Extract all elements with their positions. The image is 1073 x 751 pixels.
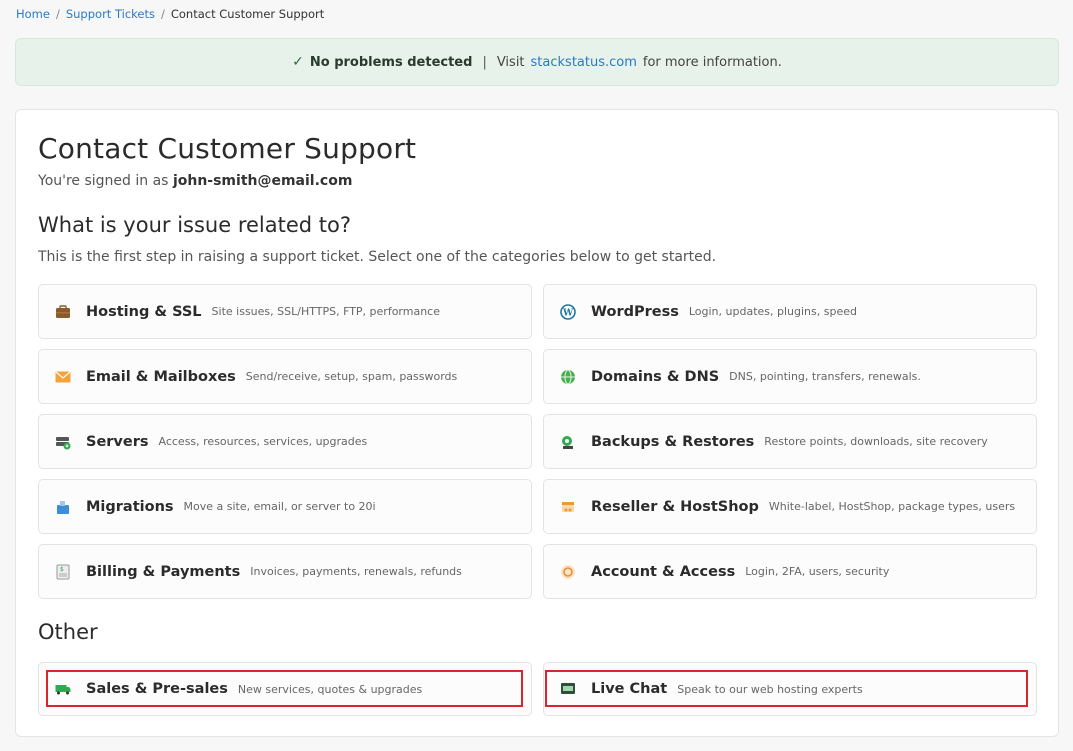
- backup-icon: [558, 432, 578, 452]
- category-name: Backups & Restores: [591, 433, 755, 450]
- category-desc: Speak to our web hosting experts: [677, 682, 863, 696]
- invoice-icon: $: [53, 562, 73, 582]
- globe-icon: [558, 367, 578, 387]
- category-name: Email & Mailboxes: [86, 368, 236, 385]
- status-visit-text: Visit: [496, 54, 525, 70]
- category-name: Domains & DNS: [591, 368, 720, 385]
- category-name: Hosting & SSL: [86, 303, 202, 320]
- breadcrumb-separator: /: [160, 7, 165, 21]
- breadcrumb-home-link[interactable]: Home: [16, 7, 50, 21]
- category-name: Migrations: [86, 498, 174, 515]
- category-desc: White-label, HostShop, package types, us…: [768, 500, 1016, 513]
- category-desc: Invoices, payments, renewals, refunds: [250, 565, 462, 578]
- svg-text:W: W: [562, 308, 574, 318]
- category-name: Billing & Payments: [86, 563, 241, 580]
- category-billing-payments[interactable]: $ Billing & Payments Invoices, payments,…: [38, 544, 532, 599]
- server-icon: [53, 432, 73, 452]
- category-account-access[interactable]: Account & Access Login, 2FA, users, secu…: [543, 544, 1037, 599]
- category-backups-restores[interactable]: Backups & Restores Restore points, downl…: [543, 414, 1037, 469]
- signed-in-prefix: You're signed in as: [38, 173, 169, 189]
- category-name: Live Chat: [591, 681, 668, 697]
- status-link[interactable]: stackstatus.com: [531, 55, 637, 70]
- category-hosting-ssl[interactable]: Hosting & SSL Site issues, SSL/HTTPS, FT…: [38, 284, 532, 339]
- category-desc: Send/receive, setup, spam, passwords: [245, 370, 458, 383]
- status-divider: |: [482, 54, 487, 70]
- sales-icon: [53, 679, 73, 699]
- breadcrumb-separator: /: [55, 7, 60, 21]
- category-name: Account & Access: [591, 563, 736, 580]
- category-live-chat[interactable]: Live Chat Speak to our web hosting exper…: [543, 662, 1037, 716]
- category-desc: Login, updates, plugins, speed: [688, 305, 857, 318]
- category-sales-presales[interactable]: Sales & Pre-sales New services, quotes &…: [38, 662, 532, 716]
- page-title: Contact Customer Support: [38, 132, 417, 165]
- category-desc: Site issues, SSL/HTTPS, FTP, performance: [211, 305, 440, 318]
- migration-icon: [53, 497, 73, 517]
- check-icon: ✓: [292, 54, 304, 70]
- envelope-icon: [53, 367, 73, 387]
- category-desc: Login, 2FA, users, security: [745, 565, 890, 578]
- status-banner: ✓ No problems detected | Visit stackstat…: [15, 38, 1059, 86]
- issue-heading: What is your issue related to?: [38, 213, 352, 237]
- category-name: WordPress: [591, 303, 679, 320]
- category-name: Reseller & HostShop: [591, 498, 759, 515]
- category-migrations[interactable]: Migrations Move a site, email, or server…: [38, 479, 532, 534]
- chat-icon: [558, 679, 578, 699]
- signed-in-email: john-smith@email.com: [172, 173, 353, 189]
- breadcrumb-support-tickets-link[interactable]: Support Tickets: [66, 7, 155, 21]
- other-heading: Other: [38, 620, 98, 644]
- category-name: Servers: [86, 433, 149, 450]
- category-name: Sales & Pre-sales: [86, 681, 228, 697]
- status-message: No problems detected: [309, 54, 473, 70]
- category-desc: Restore points, downloads, site recovery: [764, 435, 988, 448]
- category-domains-dns[interactable]: Domains & DNS DNS, pointing, transfers, …: [543, 349, 1037, 404]
- category-servers[interactable]: Servers Access, resources, services, upg…: [38, 414, 532, 469]
- intro-text: This is the first step in raising a supp…: [38, 249, 717, 265]
- breadcrumb-current: Contact Customer Support: [170, 7, 325, 21]
- category-desc: Move a site, email, or server to 20i: [183, 500, 376, 513]
- category-desc: DNS, pointing, transfers, renewals.: [729, 370, 921, 383]
- breadcrumb: Home / Support Tickets / Contact Custome…: [16, 7, 324, 21]
- briefcase-icon: [53, 302, 73, 322]
- wordpress-icon: W: [558, 302, 578, 322]
- category-desc: Access, resources, services, upgrades: [158, 435, 368, 448]
- status-suffix-text: for more information.: [642, 54, 782, 70]
- reseller-icon: [558, 497, 578, 517]
- category-email-mailboxes[interactable]: Email & Mailboxes Send/receive, setup, s…: [38, 349, 532, 404]
- svg-text:$: $: [60, 566, 64, 573]
- signed-in-text: You're signed in as john-smith@email.com: [38, 173, 352, 189]
- category-reseller-hostshop[interactable]: Reseller & HostShop White-label, HostSho…: [543, 479, 1037, 534]
- category-desc: New services, quotes & upgrades: [237, 682, 423, 696]
- account-icon: [558, 562, 578, 582]
- support-card: Contact Customer Support You're signed i…: [15, 109, 1059, 737]
- category-wordpress[interactable]: W WordPress Login, updates, plugins, spe…: [543, 284, 1037, 339]
